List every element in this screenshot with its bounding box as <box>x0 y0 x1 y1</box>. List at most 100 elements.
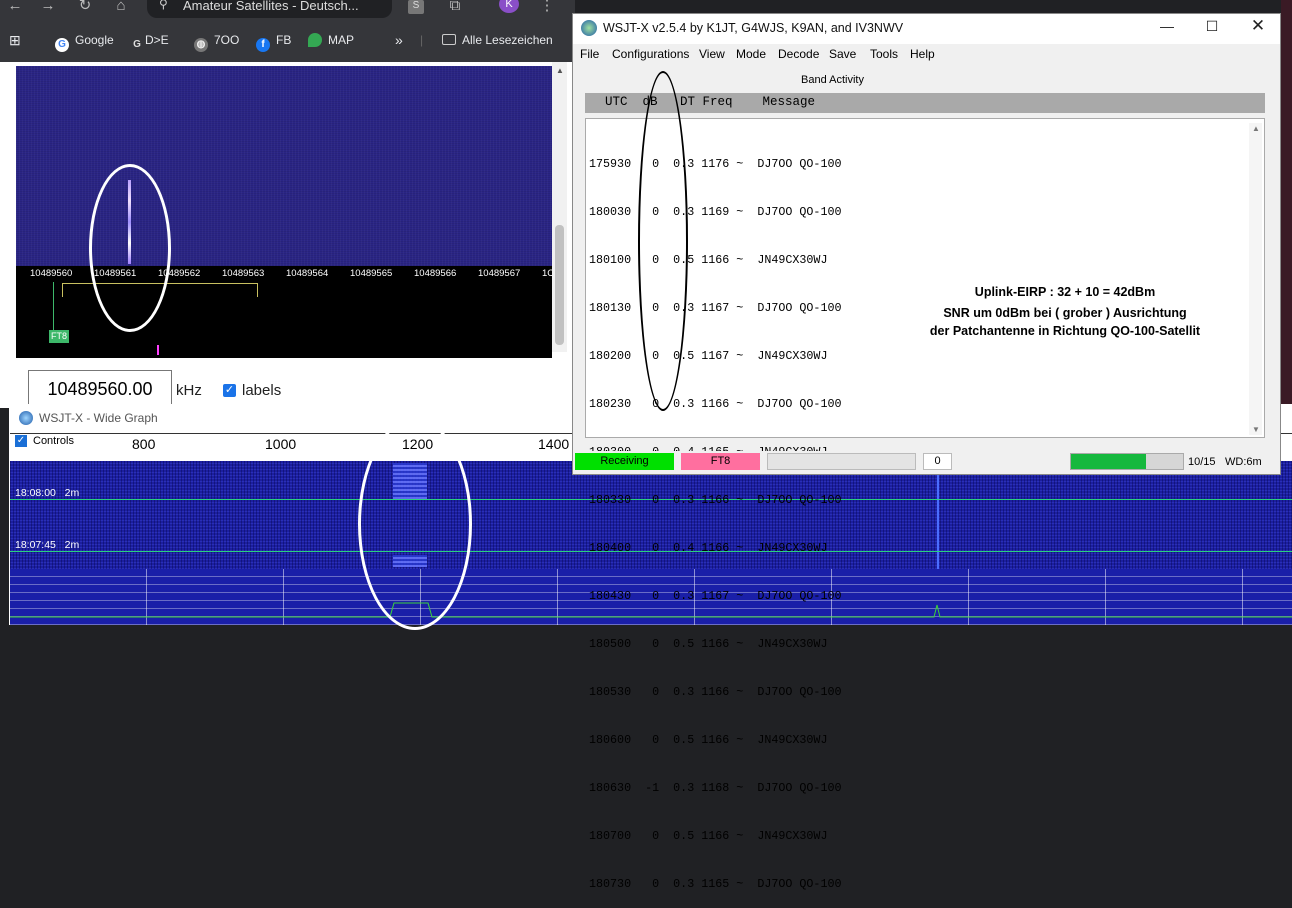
decode-row[interactable]: 180530 0 0.3 1166 ~ DJ7OO QO-100 <box>589 684 842 700</box>
browser-toolbar: ← → ↻ ⌂ ⚲ Amateur Satellites - Deutsch..… <box>0 0 575 62</box>
annotation-ellipse-widegraph <box>358 418 472 630</box>
page-scrollbar-thumb[interactable] <box>555 225 564 345</box>
decode-row[interactable]: 180230 0 0.3 1166 ~ DJ7OO QO-100 <box>589 396 842 412</box>
forward-arrow-icon[interactable]: → <box>37 0 59 14</box>
tuning-marker <box>157 345 159 355</box>
controls-checkbox[interactable]: ✓ <box>15 435 27 447</box>
annotation-ellipse-db <box>638 71 688 411</box>
carrier-trace <box>937 463 939 569</box>
band-activity-columns: UTC dB DT Freq Message <box>605 95 816 109</box>
extensions-puzzle-icon[interactable]: ⧉ <box>444 0 466 14</box>
home-icon[interactable]: ⌂ <box>110 0 132 14</box>
apps-grid-icon[interactable]: ⊞ <box>9 32 21 48</box>
band-activity-scrollbar[interactable] <box>1249 123 1262 435</box>
menu-kebab-icon[interactable]: ⋮ <box>536 0 558 14</box>
menu-configurations[interactable]: Configurations <box>612 47 689 61</box>
time-marker-label: 18:07:45 2m <box>15 539 80 551</box>
menu-help[interactable]: Help <box>910 47 935 61</box>
menu-tools[interactable]: Tools <box>870 47 898 61</box>
decode-row[interactable]: 180200 0 0.5 1167 ~ JN49CX30WJ <box>589 348 842 364</box>
search-icon: ⚲ <box>159 0 168 11</box>
time-marker-label: 18:08:00 2m <box>15 487 80 499</box>
bookmark-folder-all[interactable]: Alle Lesezeichen <box>442 32 553 48</box>
status-field <box>767 453 916 470</box>
menu-file[interactable]: File <box>580 47 599 61</box>
bookmark-fb[interactable]: f FB <box>256 32 291 52</box>
decode-row[interactable]: 180500 0 0.5 1166 ~ JN49CX30WJ <box>589 636 842 652</box>
wsjt-globe-icon <box>19 411 33 425</box>
facebook-icon: f <box>256 38 270 52</box>
google-g-icon: G <box>133 39 141 50</box>
freq-tick: 10489563 <box>222 268 265 279</box>
mode-indicator: FT8 <box>681 453 760 470</box>
wide-graph-titlebar[interactable]: WSJT-X - Wide Graph <box>9 405 575 431</box>
decode-row[interactable]: 180330 0 0.3 1166 ~ DJ7OO QO-100 <box>589 492 842 508</box>
period-progress-fill <box>1071 454 1146 469</box>
freq-tick: 10489565 <box>350 268 393 279</box>
freq-tick: 10489566 <box>414 268 457 279</box>
frequency-unit: kHz <box>176 382 202 399</box>
freq-tick: 10489560 <box>30 268 73 279</box>
labels-checkbox-label: labels <box>242 382 282 399</box>
decode-row[interactable]: 180730 0 0.3 1165 ~ DJ7OO QO-100 <box>589 876 842 892</box>
decode-row[interactable]: 180100 0 0.5 1166 ~ JN49CX30WJ <box>589 252 842 268</box>
menu-decode[interactable]: Decode <box>778 47 819 61</box>
wide-graph-title: WSJT-X - Wide Graph <box>39 411 158 425</box>
freq-tick: 10489567 <box>478 268 521 279</box>
menu-mode[interactable]: Mode <box>736 47 766 61</box>
extension-s-icon[interactable]: S <box>408 0 424 14</box>
bookmark-google[interactable]: G Google <box>55 32 114 52</box>
decode-row[interactable]: 180430 0 0.3 1167 ~ DJ7OO QO-100 <box>589 588 842 604</box>
tx-counter: 0 <box>923 453 952 470</box>
decode-row[interactable]: 180400 0 0.4 1166 ~ JN49CX30WJ <box>589 540 842 556</box>
scroll-down-arrow-icon[interactable]: ▼ <box>1252 425 1260 434</box>
bookmark-7oo[interactable]: ◍ 7OO <box>194 32 239 52</box>
map-pin-icon <box>308 33 322 47</box>
receiving-indicator: Receiving <box>575 453 674 470</box>
more-bookmarks-chevron-icon[interactable]: » <box>395 32 403 48</box>
minimize-icon[interactable]: — <box>1157 18 1177 34</box>
menu-view[interactable]: View <box>699 47 725 61</box>
decode-row[interactable]: 180700 0 0.5 1166 ~ JN49CX30WJ <box>589 828 842 844</box>
wg-tick: 1000 <box>265 436 297 452</box>
band-activity-label: Band Activity <box>801 74 864 86</box>
freq-tick: 10489564 <box>286 268 329 279</box>
maximize-icon[interactable]: ☐ <box>1202 18 1222 35</box>
google-icon: G <box>55 38 69 52</box>
decode-row[interactable]: 180030 0 0.3 1169 ~ DJ7OO QO-100 <box>589 204 842 220</box>
scroll-up-arrow-icon[interactable]: ▲ <box>1252 124 1260 133</box>
address-text: Amateur Satellites - Deutsch... <box>183 0 359 13</box>
bookmark-map[interactable]: MAP <box>308 32 354 48</box>
annotation-snr: SNR um 0dBm bei ( grober ) Ausrichtung <box>943 306 1187 320</box>
wg-tick: 800 <box>132 436 156 452</box>
globe-icon: ◍ <box>194 38 208 52</box>
folder-icon <box>442 34 456 45</box>
scroll-up-arrow-icon[interactable]: ▲ <box>556 66 564 75</box>
wsjtx-title: WSJT-X v2.5.4 by K1JT, G4WJS, K9AN, and … <box>603 21 904 35</box>
annotation-ellipse-websdr <box>89 164 171 332</box>
menu-save[interactable]: Save <box>829 47 856 61</box>
wsjt-globe-icon <box>581 20 597 36</box>
frequency-input[interactable]: 10489560.00 <box>28 370 172 408</box>
bookmark-separator: | <box>420 33 424 47</box>
annotation-antenna: der Patchantenne in Richtung QO-100-Sate… <box>929 324 1201 338</box>
decode-row[interactable]: 180600 0 0.5 1166 ~ JN49CX30WJ <box>589 732 842 748</box>
profile-avatar[interactable]: K <box>499 0 519 13</box>
desktop-background <box>1281 0 1292 404</box>
annotation-note: Uplink-EIRP : 32 + 10 = 42dBm SNR um 0dB… <box>895 282 1235 340</box>
ft8-marker-line <box>53 282 54 330</box>
period-counter: 10/15 <box>1188 456 1216 468</box>
decode-rows: 175930 0 0.3 1176 ~ DJ7OO QO-100 180030 … <box>589 124 842 908</box>
reload-icon[interactable]: ↻ <box>74 0 96 14</box>
back-arrow-icon[interactable]: ← <box>4 0 26 14</box>
ft8-marker-label[interactable]: FT8 <box>49 330 69 343</box>
decode-row[interactable]: 180130 0 0.3 1167 ~ DJ7OO QO-100 <box>589 300 842 316</box>
annotation-eirp: Uplink-EIRP : 32 + 10 = 42dBm <box>974 285 1156 299</box>
address-bar[interactable]: ⚲ Amateur Satellites - Deutsch... <box>147 0 392 18</box>
decode-row[interactable]: 180630 -1 0.3 1168 ~ DJ7OO QO-100 <box>589 780 842 796</box>
decode-row[interactable]: 175930 0 0.3 1176 ~ DJ7OO QO-100 <box>589 156 842 172</box>
labels-checkbox[interactable]: ✓ <box>223 384 236 397</box>
watchdog-timer: WD:6m <box>1225 456 1262 468</box>
close-icon[interactable]: ✕ <box>1248 16 1268 36</box>
bookmark-dxe[interactable]: G D>E <box>132 32 169 50</box>
